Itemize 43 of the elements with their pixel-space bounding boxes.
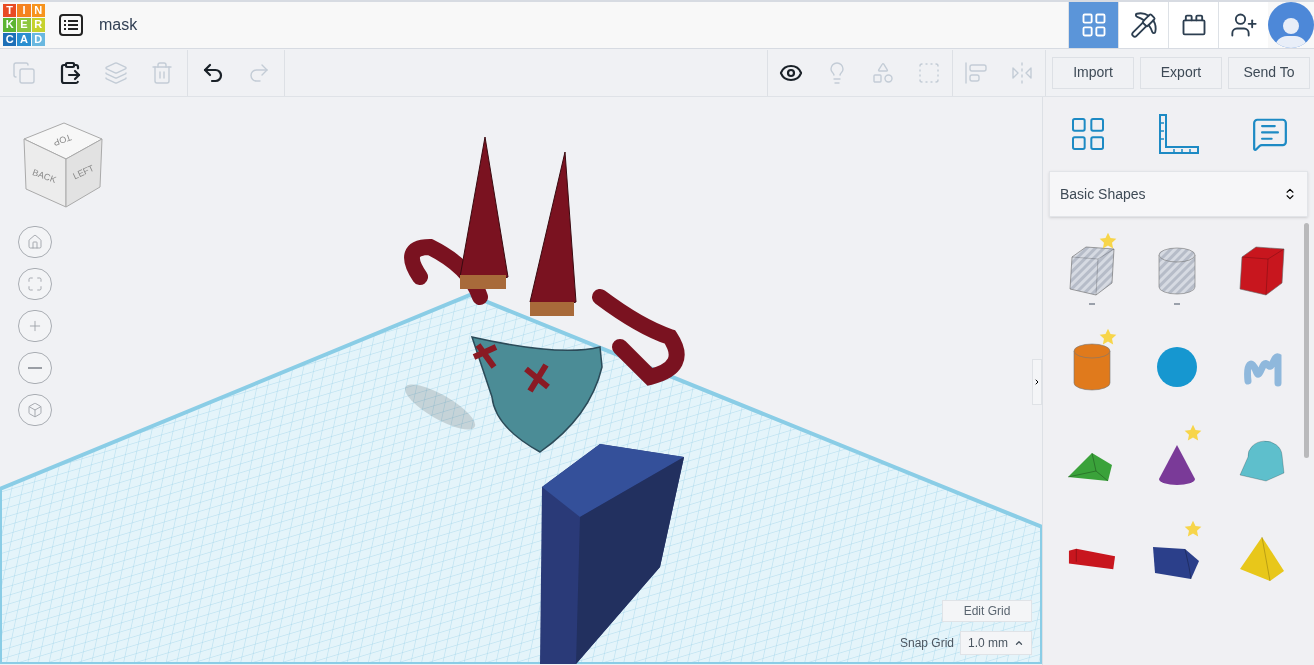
add-user-tab[interactable]	[1218, 2, 1268, 48]
caret-icon	[1014, 638, 1024, 648]
list-icon	[59, 14, 83, 36]
logo[interactable]: T I N K E R C A D	[3, 4, 45, 46]
action-button[interactable]: Send To	[1228, 56, 1310, 89]
cube-face-label: LEFT	[71, 162, 96, 182]
home-icon	[27, 234, 43, 250]
add-user-icon	[1229, 11, 1258, 39]
fit-view-button[interactable]	[18, 268, 52, 300]
minus-icon	[28, 367, 42, 369]
logo-letter: C	[3, 32, 17, 46]
snap-grid-dropdown[interactable]: 1.0 mm	[960, 631, 1032, 655]
snap-grid-label: Snap Grid	[899, 635, 954, 652]
zoom-in-icon	[27, 318, 43, 334]
panel-toggle-button[interactable]	[1032, 359, 1042, 405]
brick-tab[interactable]	[1168, 2, 1218, 48]
logo-letter: E	[17, 18, 31, 32]
fit-view-icon	[27, 276, 43, 292]
scrollbar-thumb[interactable]	[1304, 223, 1309, 458]
action-button[interactable]: Import	[1052, 56, 1134, 89]
logo-letter: R	[31, 18, 45, 32]
pickaxe-tab[interactable]	[1118, 2, 1168, 48]
cube-button[interactable]	[18, 394, 52, 426]
cube-face-label: BACK	[31, 167, 58, 185]
logo-letter: T	[3, 4, 17, 18]
pickaxe-icon	[1129, 11, 1158, 39]
edit-grid-button[interactable]: Edit Grid	[942, 600, 1032, 622]
zoom-in-button[interactable]	[18, 310, 52, 342]
cube-icon	[27, 402, 43, 418]
chevron-icon	[1033, 377, 1041, 387]
design-list-button[interactable]	[57, 11, 85, 39]
home-button[interactable]	[18, 226, 52, 258]
shape-category-dropdown[interactable]: Basic Shapes	[1049, 171, 1308, 217]
cube-face-label: TOP	[52, 132, 73, 148]
zoom-out-button[interactable]	[18, 352, 52, 384]
ruler-icon[interactable]	[1158, 113, 1201, 155]
logo-letter: K	[3, 18, 17, 32]
logo-letter: D	[31, 32, 45, 46]
action-button[interactable]: Export	[1140, 56, 1222, 89]
logo-letter: A	[17, 32, 31, 46]
design-title[interactable]: mask	[99, 13, 138, 37]
logo-letter: I	[17, 4, 31, 18]
logo-letter: N	[31, 4, 45, 18]
